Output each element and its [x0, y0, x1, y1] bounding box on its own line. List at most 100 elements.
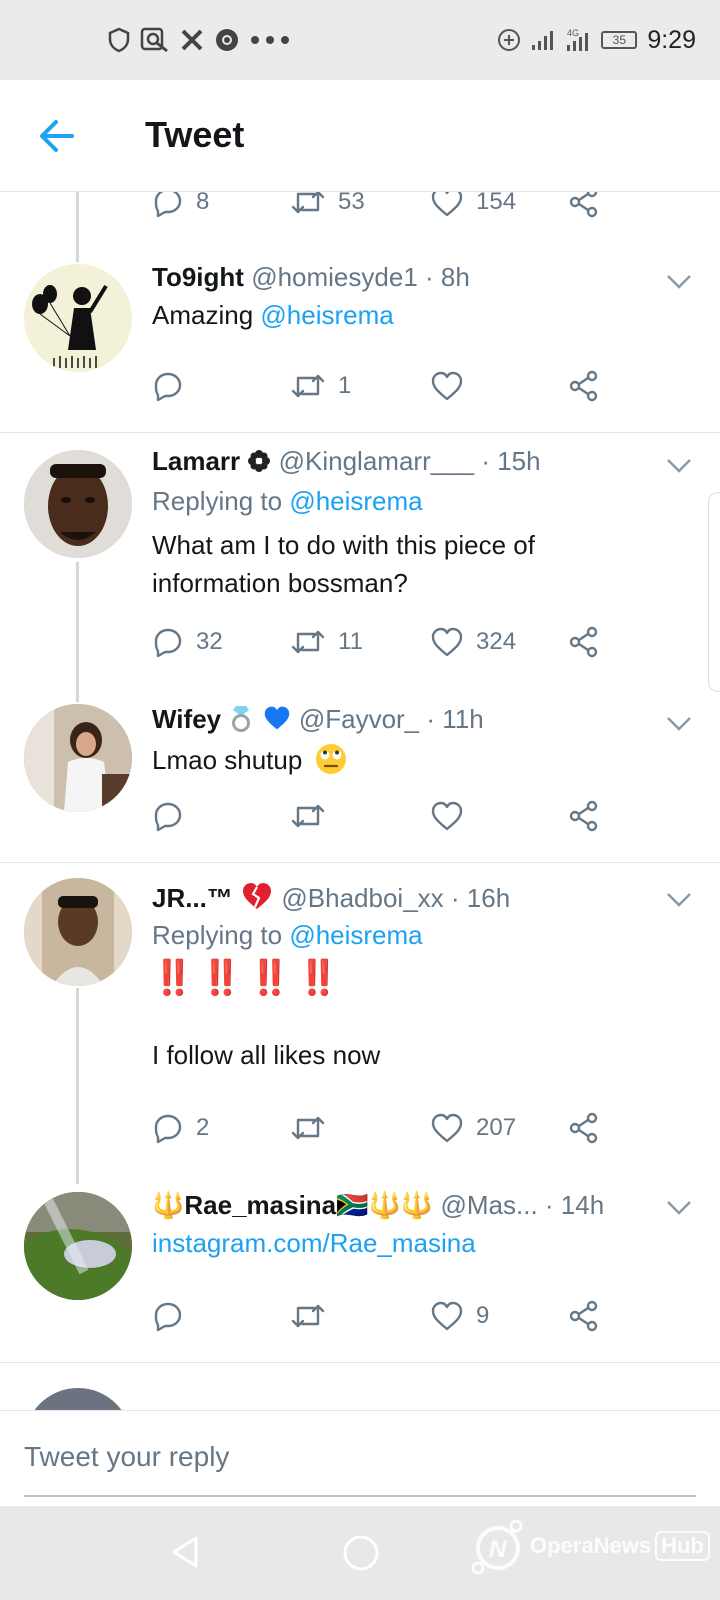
- avatar[interactable]: [24, 264, 132, 372]
- avatar[interactable]: [24, 1388, 132, 1410]
- tweet-actions: [152, 796, 612, 836]
- chevron-down-icon[interactable]: [664, 1198, 694, 1218]
- reply-action[interactable]: 2: [152, 1108, 209, 1148]
- share-icon: [569, 800, 598, 832]
- avatar[interactable]: [24, 450, 132, 558]
- instagram-link[interactable]: instagram.com/Rae_masina: [152, 1228, 476, 1259]
- replying-to-line: Replying to @heisrema: [152, 486, 423, 516]
- heart-icon: [431, 192, 463, 217]
- share-icon: [569, 192, 598, 218]
- author-name[interactable]: 🔱Rae_masina🇿🇦🔱🔱: [152, 1190, 433, 1220]
- chevron-down-icon[interactable]: [664, 890, 694, 910]
- reply-icon: [154, 628, 182, 658]
- status-bar: 4G 35 9:29: [0, 0, 720, 80]
- author-handle[interactable]: @homiesyde1: [251, 262, 418, 292]
- divider: [0, 432, 720, 433]
- share-action[interactable]: [568, 796, 600, 836]
- back-arrow-icon[interactable]: [36, 116, 76, 156]
- heart-icon: [431, 627, 463, 657]
- share-icon: [569, 1112, 598, 1144]
- author-handle[interactable]: @Bhadboi_xx: [281, 883, 443, 913]
- tweet-actions: 1: [152, 366, 612, 406]
- like-action[interactable]: 207: [430, 1108, 516, 1148]
- retweet-icon: [291, 192, 325, 214]
- heart-icon: [431, 1301, 463, 1331]
- nav-home-icon[interactable]: [342, 1534, 380, 1572]
- reply-action[interactable]: 8: [152, 192, 209, 222]
- reply-action[interactable]: 32: [152, 622, 223, 662]
- battery-icon: 35: [601, 31, 638, 49]
- share-action[interactable]: [568, 622, 600, 662]
- share-action[interactable]: [568, 1296, 600, 1336]
- heart-icon: [431, 801, 463, 831]
- tweet-actions: 32 11 324: [152, 622, 612, 662]
- thread-line: [76, 192, 79, 262]
- author-name[interactable]: Wifey: [152, 704, 221, 734]
- retweet-action[interactable]: 53: [290, 192, 365, 222]
- share-icon: [569, 370, 598, 402]
- chevron-down-icon[interactable]: [664, 456, 694, 476]
- chevron-down-icon[interactable]: [664, 272, 694, 292]
- reply-feed[interactable]: 8 53 154 To9ight @homiesyde1 · 8h Amazin…: [0, 192, 720, 1410]
- retweet-action[interactable]: [290, 1108, 338, 1148]
- mention-link[interactable]: @heisrema: [289, 486, 422, 516]
- retweet-action[interactable]: 1: [290, 366, 351, 406]
- like-action[interactable]: [430, 796, 476, 836]
- author-name[interactable]: Lamarr: [152, 446, 240, 476]
- reply-icon: [154, 802, 182, 832]
- retweet-action[interactable]: [290, 1296, 338, 1336]
- share-action[interactable]: [568, 1108, 600, 1148]
- tweet-time: · 15h: [481, 446, 541, 476]
- avatar[interactable]: [24, 878, 132, 986]
- avatar[interactable]: [24, 704, 132, 812]
- reply-icon: [154, 192, 182, 218]
- retweet-action[interactable]: 11: [290, 622, 363, 662]
- retweet-icon: [291, 804, 325, 828]
- tweet-text: Amazing @heisrema: [152, 300, 394, 330]
- mention-link[interactable]: @heisrema: [260, 300, 393, 330]
- retweet-action[interactable]: [290, 796, 338, 836]
- woman-photo-avatar-image: [24, 704, 132, 812]
- more-notifications-icon: [251, 36, 289, 44]
- x-app-icon: [181, 29, 203, 51]
- reply-action[interactable]: [152, 366, 196, 406]
- svg-text:4G: 4G: [567, 28, 579, 38]
- avatar[interactable]: [24, 1192, 132, 1300]
- nav-back-icon[interactable]: [168, 1534, 204, 1570]
- reply-input[interactable]: Tweet your reply: [24, 1441, 229, 1473]
- reply-icon: [154, 1114, 182, 1144]
- notification-icons: [108, 24, 290, 56]
- heart-icon: [431, 1113, 463, 1143]
- scrollbar-handle[interactable]: [708, 492, 720, 692]
- like-action[interactable]: 9: [430, 1296, 489, 1336]
- chevron-down-icon[interactable]: [664, 714, 694, 734]
- author-name[interactable]: JR...™: [152, 883, 233, 913]
- ring-emoji-icon: [232, 706, 251, 732]
- like-action[interactable]: 154: [430, 192, 516, 222]
- tweet-text: What am I to do with this piece of: [152, 530, 535, 560]
- operanews-logo-icon: N: [471, 1519, 523, 1575]
- reply-action[interactable]: [152, 796, 196, 836]
- broken-heart-emoji-icon: [243, 883, 272, 909]
- operanews-watermark: N OperaNews Hub: [470, 1516, 710, 1576]
- share-action[interactable]: [568, 366, 600, 406]
- share-action[interactable]: [568, 192, 600, 222]
- tweet-actions: 8 53 154: [152, 192, 612, 222]
- grass-photo-avatar-image: [24, 1192, 132, 1300]
- reply-input-underline: [24, 1495, 696, 1497]
- tweet-text: Lmao shutup: [152, 742, 348, 776]
- author-name[interactable]: To9ight: [152, 262, 244, 292]
- like-action[interactable]: [430, 366, 476, 406]
- mention-link[interactable]: @heisrema: [289, 920, 422, 950]
- author-handle[interactable]: @Kinglamarr___: [279, 446, 474, 476]
- author-handle[interactable]: @Fayvor_: [299, 704, 419, 734]
- balloon-girl-avatar-image: [24, 264, 132, 372]
- clock: 9:29: [647, 25, 696, 54]
- system-icons: 4G 35 9:29: [497, 20, 696, 60]
- reply-action[interactable]: [152, 1296, 196, 1336]
- tweet-text: information bossman?: [152, 568, 408, 598]
- like-action[interactable]: 324: [430, 622, 516, 662]
- retweet-icon: [291, 630, 325, 654]
- man-portrait-avatar-image: [24, 450, 132, 558]
- author-handle[interactable]: @Mas...: [441, 1190, 538, 1220]
